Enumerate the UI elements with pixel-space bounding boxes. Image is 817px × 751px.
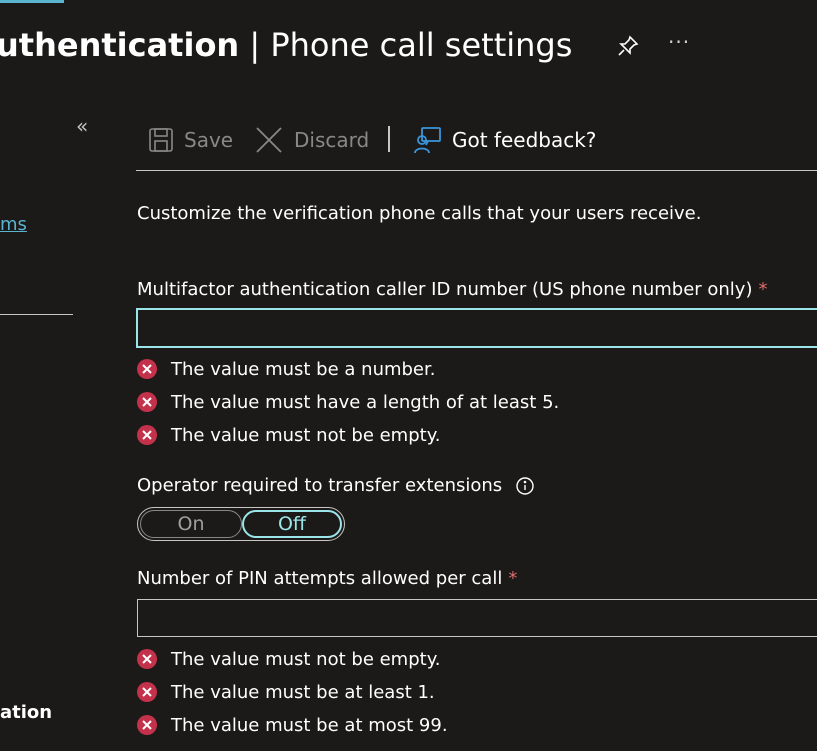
info-icon[interactable] — [516, 477, 534, 495]
top-accent-bar — [0, 0, 64, 3]
error-text: The value must be a number. — [171, 358, 436, 380]
error-message: The value must be a number. — [137, 355, 559, 383]
left-divider — [0, 314, 73, 315]
feedback-button[interactable]: Got feedback? — [414, 124, 596, 156]
toggle-off-option[interactable]: Off — [242, 510, 342, 538]
error-text: The value must be at least 1. — [171, 681, 435, 703]
save-label: Save — [184, 128, 234, 152]
operator-label: Operator required to transfer extensions — [137, 475, 534, 496]
caller-id-field[interactable] — [136, 308, 817, 348]
pin-attempts-field[interactable] — [137, 599, 817, 637]
error-text: The value must be at most 99. — [171, 714, 448, 736]
feedback-label: Got feedback? — [452, 128, 597, 152]
discard-icon — [256, 127, 282, 153]
operator-label-text: Operator required to transfer extensions — [137, 475, 503, 496]
operator-toggle: On Off — [137, 507, 345, 541]
pin-attempts-label-text: Number of PIN attempts allowed per call — [137, 568, 503, 589]
error-icon — [137, 715, 157, 735]
left-nav-link[interactable]: ms — [0, 214, 27, 235]
error-message: The value must not be empty. — [137, 421, 559, 449]
error-icon — [137, 649, 157, 669]
error-icon — [137, 425, 157, 445]
error-icon — [137, 682, 157, 702]
pin-attempts-label: Number of PIN attempts allowed per call * — [137, 568, 517, 589]
required-asterisk: * — [758, 279, 768, 300]
error-message: The value must be at least 1. — [137, 678, 448, 706]
error-text: The value must not be empty. — [171, 648, 441, 670]
pin-icon[interactable] — [616, 34, 640, 58]
caller-id-label-text: Multifactor authentication caller ID num… — [137, 279, 753, 300]
pin-attempts-errors: The value must not be empty. The value m… — [137, 645, 448, 739]
more-icon[interactable]: ··· — [668, 30, 690, 54]
error-message: The value must not be empty. — [137, 645, 448, 673]
page-title-rest: | Phone call settings — [239, 26, 573, 64]
discard-button[interactable]: Discard — [254, 124, 369, 156]
save-icon — [149, 128, 173, 152]
save-button[interactable]: Save — [148, 124, 233, 156]
error-text: The value must not be empty. — [171, 424, 441, 446]
caller-id-input[interactable] — [138, 310, 817, 346]
pin-attempts-input[interactable] — [138, 600, 817, 636]
caller-id-errors: The value must be a number. The value mu… — [137, 355, 559, 449]
caller-id-label: Multifactor authentication caller ID num… — [137, 279, 767, 300]
required-asterisk: * — [508, 568, 518, 589]
discard-label: Discard — [294, 128, 370, 152]
toggle-on-option[interactable]: On — [140, 510, 242, 538]
command-bar: Save Discard Got feedback? — [136, 114, 817, 171]
feedback-icon — [414, 127, 441, 154]
page-title: uthentication | Phone call settings — [0, 22, 572, 68]
collapse-icon[interactable]: « — [76, 114, 88, 138]
page-description: Customize the verification phone calls t… — [137, 203, 702, 224]
left-nav-item[interactable]: ation — [0, 702, 52, 723]
toolbar-separator — [388, 126, 390, 152]
error-icon — [137, 392, 157, 412]
error-icon — [137, 359, 157, 379]
error-text: The value must have a length of at least… — [171, 391, 560, 413]
error-message: The value must be at most 99. — [137, 711, 448, 739]
error-message: The value must have a length of at least… — [137, 388, 559, 416]
page-title-strong: uthentication — [0, 26, 240, 64]
